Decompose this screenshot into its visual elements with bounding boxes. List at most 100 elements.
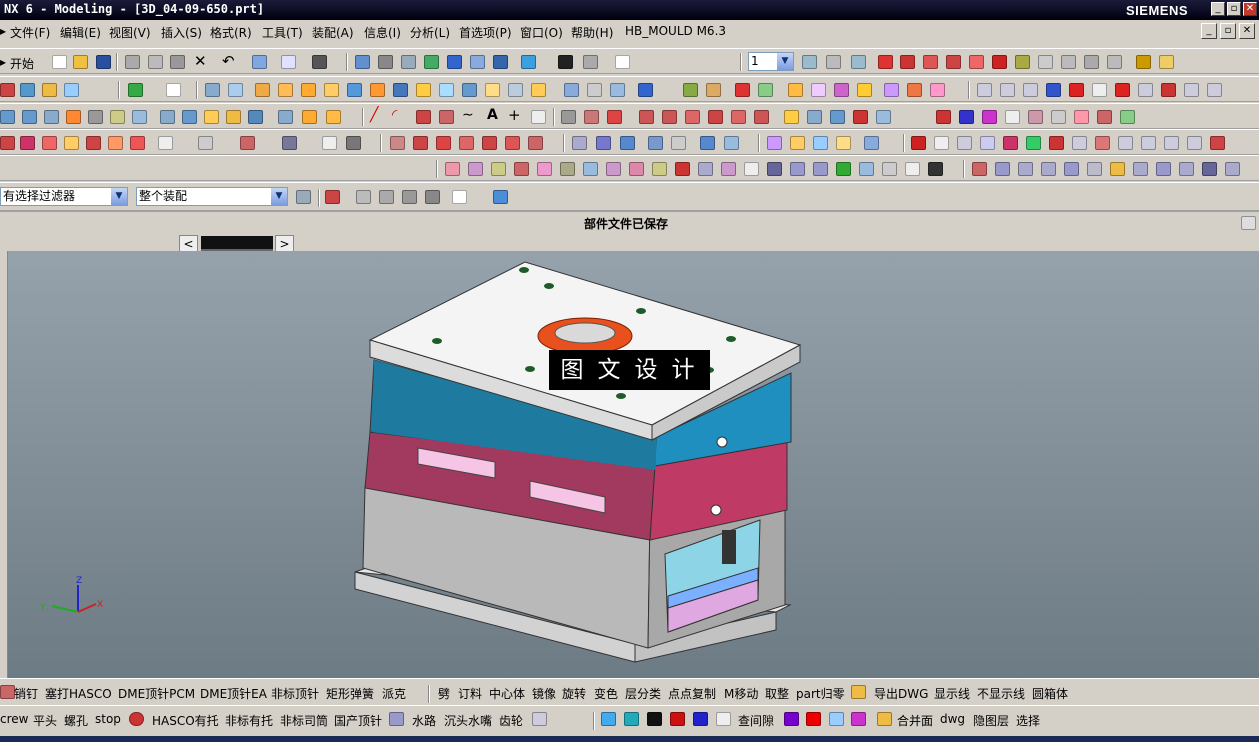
red-block-icon[interactable] <box>670 712 685 726</box>
btn-merge-faces[interactable]: 合并面 <box>897 712 933 729</box>
feature-icon-2[interactable] <box>20 83 35 97</box>
assy-icon-5[interactable] <box>671 136 686 150</box>
surface-icon-7[interactable] <box>132 110 147 124</box>
spline-icon[interactable] <box>439 110 454 124</box>
close-button[interactable]: ✕ <box>1243 2 1257 16</box>
measure-icon[interactable] <box>1159 55 1174 69</box>
project-curve-icon[interactable] <box>607 110 622 124</box>
btn-gear[interactable]: 齿轮 <box>499 712 523 729</box>
edit-icon-1[interactable] <box>977 83 992 97</box>
pan-icon[interactable] <box>424 55 439 69</box>
view-icon-6[interactable] <box>1026 136 1041 150</box>
assy-icon-3[interactable] <box>620 136 635 150</box>
btn-show-lines[interactable]: 显示线 <box>934 685 970 702</box>
assy-icon-6[interactable] <box>700 136 715 150</box>
btn-nonstd-pin[interactable]: 非标顶针 <box>271 685 319 702</box>
menu-info[interactable]: 信息(I) <box>364 24 401 41</box>
btn-pin[interactable]: 销钉 <box>14 685 38 702</box>
assy-icon-4[interactable] <box>648 136 663 150</box>
btn-round[interactable]: 取整 <box>765 685 789 702</box>
btn-flat-head[interactable]: 平头 <box>33 712 57 729</box>
view-icon-5[interactable] <box>1003 136 1018 150</box>
intersect-curve-icon[interactable] <box>754 110 769 124</box>
surface-icon-3[interactable] <box>44 110 59 124</box>
menu-tools[interactable]: 工具(T) <box>262 24 303 41</box>
btn-split[interactable]: 劈 <box>438 685 450 702</box>
btn-round-box[interactable]: 圆箱体 <box>1032 685 1068 702</box>
synch-icon-2[interactable] <box>959 110 974 124</box>
mould-icon-23[interactable] <box>972 162 987 176</box>
snap-center-icon[interactable] <box>402 190 417 204</box>
waterway-icon[interactable] <box>389 712 404 726</box>
mould-icon-33[interactable] <box>1202 162 1217 176</box>
wcs-orient-icon[interactable] <box>1084 55 1099 69</box>
i-beam-icon[interactable] <box>647 712 662 726</box>
point-plus-icon[interactable]: + <box>508 106 521 124</box>
view-orient-icon[interactable] <box>470 55 485 69</box>
edit-icon-8[interactable] <box>1138 83 1153 97</box>
intersect-icon[interactable] <box>564 83 579 97</box>
pad-icon[interactable] <box>416 83 431 97</box>
view-icon-11[interactable] <box>1141 136 1156 150</box>
tool-icon-11[interactable] <box>282 136 297 150</box>
btn-select[interactable]: 选择 <box>1016 712 1040 729</box>
mould-icon-17[interactable] <box>813 162 828 176</box>
mould-icon-25[interactable] <box>1018 162 1033 176</box>
move-face-icon[interactable] <box>930 83 945 97</box>
resource-bar[interactable] <box>0 251 8 678</box>
pin-icon[interactable] <box>0 685 15 699</box>
btn-hasco-tray[interactable]: HASCO有托 <box>152 712 219 729</box>
tool-icon-12[interactable] <box>322 136 337 150</box>
mould-icon-18[interactable] <box>836 162 851 176</box>
curve-length-icon[interactable] <box>685 110 700 124</box>
btn-part-zero[interactable]: part归零 <box>796 685 845 702</box>
sketch-icon-5[interactable] <box>482 136 497 150</box>
cut-icon[interactable] <box>125 55 140 69</box>
btn-stop[interactable]: stop <box>95 712 121 726</box>
chamfer-icon[interactable] <box>683 83 698 97</box>
light-icon[interactable] <box>583 55 598 69</box>
selection-icon[interactable] <box>281 55 296 69</box>
shading-icon[interactable] <box>558 55 573 69</box>
menu-file[interactable]: 文件(F) <box>10 24 50 41</box>
wave-icon[interactable]: ∼ <box>462 107 474 123</box>
mould-icon-5[interactable] <box>537 162 552 176</box>
tool-icon-5[interactable] <box>86 136 101 150</box>
edit-icon-9[interactable] <box>1161 83 1176 97</box>
snap-point-icon[interactable] <box>325 190 340 204</box>
surface-icon-4[interactable] <box>66 110 81 124</box>
view-icon-13[interactable] <box>1187 136 1202 150</box>
synch-icon-6[interactable] <box>1051 110 1066 124</box>
sketch-icon-6[interactable] <box>505 136 520 150</box>
wcs-rotate-icon[interactable] <box>1061 55 1076 69</box>
mould-icon-21[interactable] <box>905 162 920 176</box>
btn-export-dwg[interactable]: 导出DWG <box>874 685 928 702</box>
edit-icon-2[interactable] <box>1000 83 1015 97</box>
subtract-icon[interactable] <box>531 83 546 97</box>
tool-icon-8[interactable] <box>158 136 173 150</box>
mould-icon-26[interactable] <box>1041 162 1056 176</box>
blue-cube-icon[interactable] <box>693 712 708 726</box>
btn-point-copy[interactable]: 点点复制 <box>668 685 716 702</box>
undo-icon[interactable]: ↶ <box>222 52 235 70</box>
text-icon[interactable]: A <box>487 107 498 123</box>
menu-view[interactable]: 视图(V) <box>109 24 151 41</box>
offset-curve-icon[interactable] <box>561 110 576 124</box>
menu-analysis[interactable]: 分析(L) <box>410 24 450 41</box>
assembly-icon[interactable] <box>128 83 143 97</box>
dwg-export-icon[interactable] <box>851 685 866 699</box>
revolve-icon[interactable] <box>228 83 243 97</box>
mould-icon-6[interactable] <box>560 162 575 176</box>
edit-icon-5[interactable] <box>1069 83 1084 97</box>
btn-nonstd-sleeve[interactable]: 非标司筒 <box>280 712 328 729</box>
zoom-window-icon[interactable] <box>378 55 393 69</box>
synch-icon-8[interactable] <box>1097 110 1112 124</box>
paste-icon[interactable] <box>170 55 185 69</box>
maximize-button[interactable]: ▫ <box>1227 2 1241 16</box>
fit-view-icon[interactable] <box>355 55 370 69</box>
copy-icon[interactable] <box>148 55 163 69</box>
split-curve-icon[interactable] <box>662 110 677 124</box>
view-icon-14[interactable] <box>1210 136 1225 150</box>
menu-insert[interactable]: 插入(S) <box>161 24 202 41</box>
groove-icon[interactable] <box>462 83 477 97</box>
